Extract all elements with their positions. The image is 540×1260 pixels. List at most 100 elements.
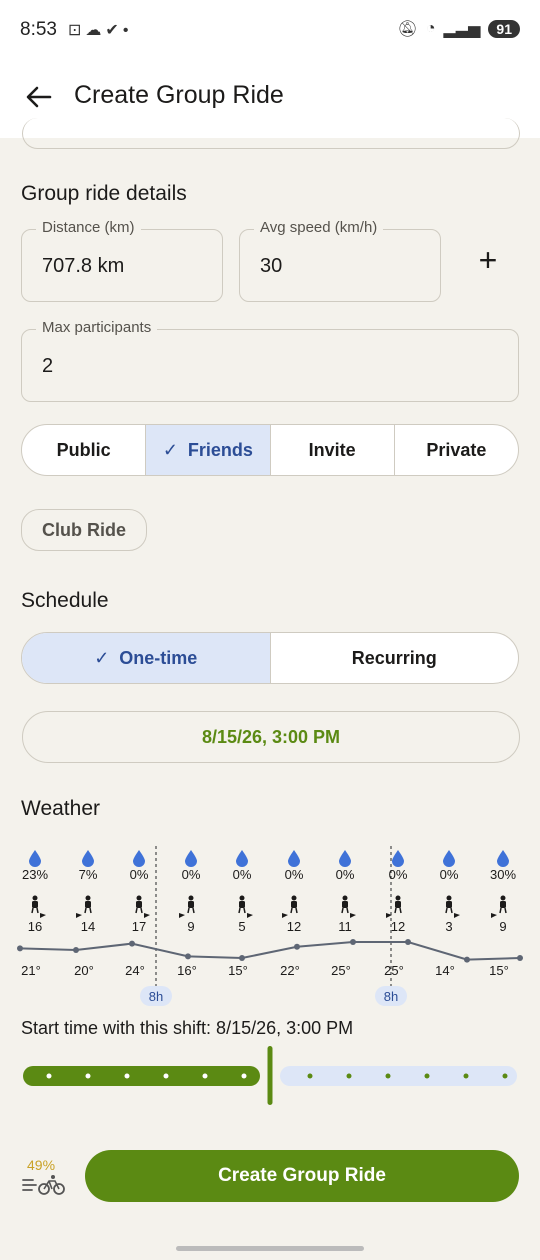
back-arrow-icon[interactable] [24, 82, 54, 112]
time-shift-slider[interactable] [0, 1042, 540, 1108]
cyclist-icon [446, 895, 452, 901]
slider-tick [85, 1073, 91, 1079]
cyclist-legs [84, 907, 92, 914]
create-group-ride-button[interactable]: Create Group Ride [85, 1150, 519, 1202]
temperature-point [239, 955, 245, 961]
slider-active-track [23, 1066, 260, 1086]
page-title: Create Group Ride [74, 81, 284, 109]
schedule-option-one-time[interactable]: ✓ One-time [22, 633, 271, 683]
rain-chance-label: 0% [285, 867, 304, 882]
temperature-point [17, 945, 23, 952]
cyclist-body [32, 901, 38, 908]
temperature-label: 25° [331, 963, 351, 978]
temperature-label: 24° [125, 963, 145, 978]
rain-drop-icon [185, 850, 197, 867]
rain-drop-icon [288, 850, 300, 867]
rain-chance-label: 0% [389, 867, 408, 882]
schedule-segmented-control: ✓ One-time Recurring [21, 632, 519, 684]
rain-drop-icon [29, 850, 41, 867]
notification-icons: ⊡☁✔• [68, 22, 133, 39]
slider-tick [346, 1073, 352, 1079]
slider-tick [463, 1073, 469, 1079]
temperature-point [73, 947, 79, 953]
rain-drop-icon [133, 850, 145, 867]
distance-label: Distance (km) [36, 219, 141, 236]
cyclist-body [188, 901, 194, 908]
shift-start-text: Start time with this shift: 8/15/26, 3:0… [21, 1018, 354, 1038]
temperature-point [129, 940, 135, 947]
distance-field[interactable]: Distance (km) 707.8 km [21, 219, 223, 302]
rain-chance-label: 7% [79, 867, 98, 882]
wind-speed-label: 5 [238, 919, 245, 934]
club-ride-chip[interactable]: Club Ride [21, 509, 147, 551]
visibility-option-public[interactable]: Public [22, 425, 147, 475]
temperature-label: 14° [435, 963, 455, 978]
slider-tick [163, 1073, 169, 1079]
add-button[interactable]: + [470, 244, 506, 280]
rain-chance-label: 0% [233, 867, 252, 882]
distance-value: 707.8 km [42, 255, 125, 277]
max-participants-field[interactable]: Max participants 2 [21, 319, 519, 402]
temperature-point [185, 953, 191, 960]
rain-chance-label: 30% [490, 867, 516, 882]
temperature-label: 16° [177, 963, 197, 978]
temperature-label: 15° [489, 963, 509, 978]
wind-cyclist-icon [22, 1175, 65, 1195]
wind-direction-icon [247, 913, 253, 918]
mute-icon: 🔕︎ [397, 21, 418, 38]
rain-chance-label: 0% [182, 867, 201, 882]
temperature-point [517, 955, 523, 961]
check-icon: ✓ [94, 647, 110, 668]
cyclist-body [500, 901, 506, 908]
visibility-option-private[interactable]: Private [395, 425, 518, 475]
cyclist-icon [136, 895, 142, 901]
status-time: 8:53 [20, 19, 57, 40]
cyclist-body [342, 901, 348, 908]
cyclist-body [136, 901, 142, 908]
visibility-option-friends[interactable]: ✓ Friends [146, 425, 271, 475]
cyclist-body [446, 901, 452, 908]
signal-icon: ▂▃▅ [443, 21, 481, 38]
cyclist-legs [135, 907, 143, 914]
wind-direction-icon [179, 913, 185, 918]
cyclist-legs [187, 907, 195, 914]
temperature-line [19, 941, 521, 961]
temperature-point [405, 939, 411, 945]
battery-icon: 91 [488, 20, 520, 38]
temperature-point [464, 956, 470, 963]
wind-speed-label: 12 [391, 919, 405, 934]
max-participants-label: Max participants [36, 319, 158, 336]
wifi-icon: ◔ [425, 20, 436, 37]
status-bar: 8:53 ⊡☁✔• 🔕︎ ◔ ▂▃▅ 91 [0, 0, 540, 60]
wind-direction-icon [76, 913, 82, 918]
wind-direction-icon [350, 913, 356, 918]
wind-speed-label: 9 [187, 919, 194, 934]
visibility-option-invite[interactable]: Invite [271, 425, 395, 475]
time-marker-label: 8h [384, 989, 398, 1004]
slider-tick [241, 1073, 247, 1079]
cyclist-legs [31, 907, 39, 914]
datetime-picker-button[interactable]: 8/15/26, 3:00 PM [22, 711, 520, 763]
rain-chance-label: 0% [440, 867, 459, 882]
wind-speed-label: 3 [445, 919, 452, 934]
slider-tick [46, 1073, 52, 1079]
avg-speed-label: Avg speed (km/h) [254, 219, 384, 236]
avg-speed-field[interactable]: Avg speed (km/h) 30 [239, 219, 441, 302]
wind-direction-icon [40, 913, 46, 918]
cyclist-icon [500, 895, 506, 901]
cyclist-icon [85, 895, 91, 901]
temperature-label: 21° [21, 963, 41, 978]
cyclist-body [395, 901, 401, 908]
rain-chance-label: 0% [130, 867, 149, 882]
wind-direction-icon [491, 913, 497, 918]
wind-speed-label: 9 [499, 919, 506, 934]
slider-tick [307, 1073, 313, 1079]
slider-handle[interactable] [267, 1046, 273, 1105]
system-icons: 🔕︎ ◔ ▂▃▅ 91 [398, 19, 520, 39]
weather-section-title: Weather [21, 797, 100, 820]
cyclist-icon [239, 895, 245, 901]
weather-forecast-chart[interactable]: 8h 8h 23% 16 21° 7% 14 20° 0% 17 24° 0% 9 16° 0% 5 15° 0%… [0, 838, 540, 1010]
cyclist-body [239, 901, 245, 908]
wind-direction-icon [454, 913, 460, 918]
schedule-option-recurring[interactable]: Recurring [271, 633, 519, 683]
